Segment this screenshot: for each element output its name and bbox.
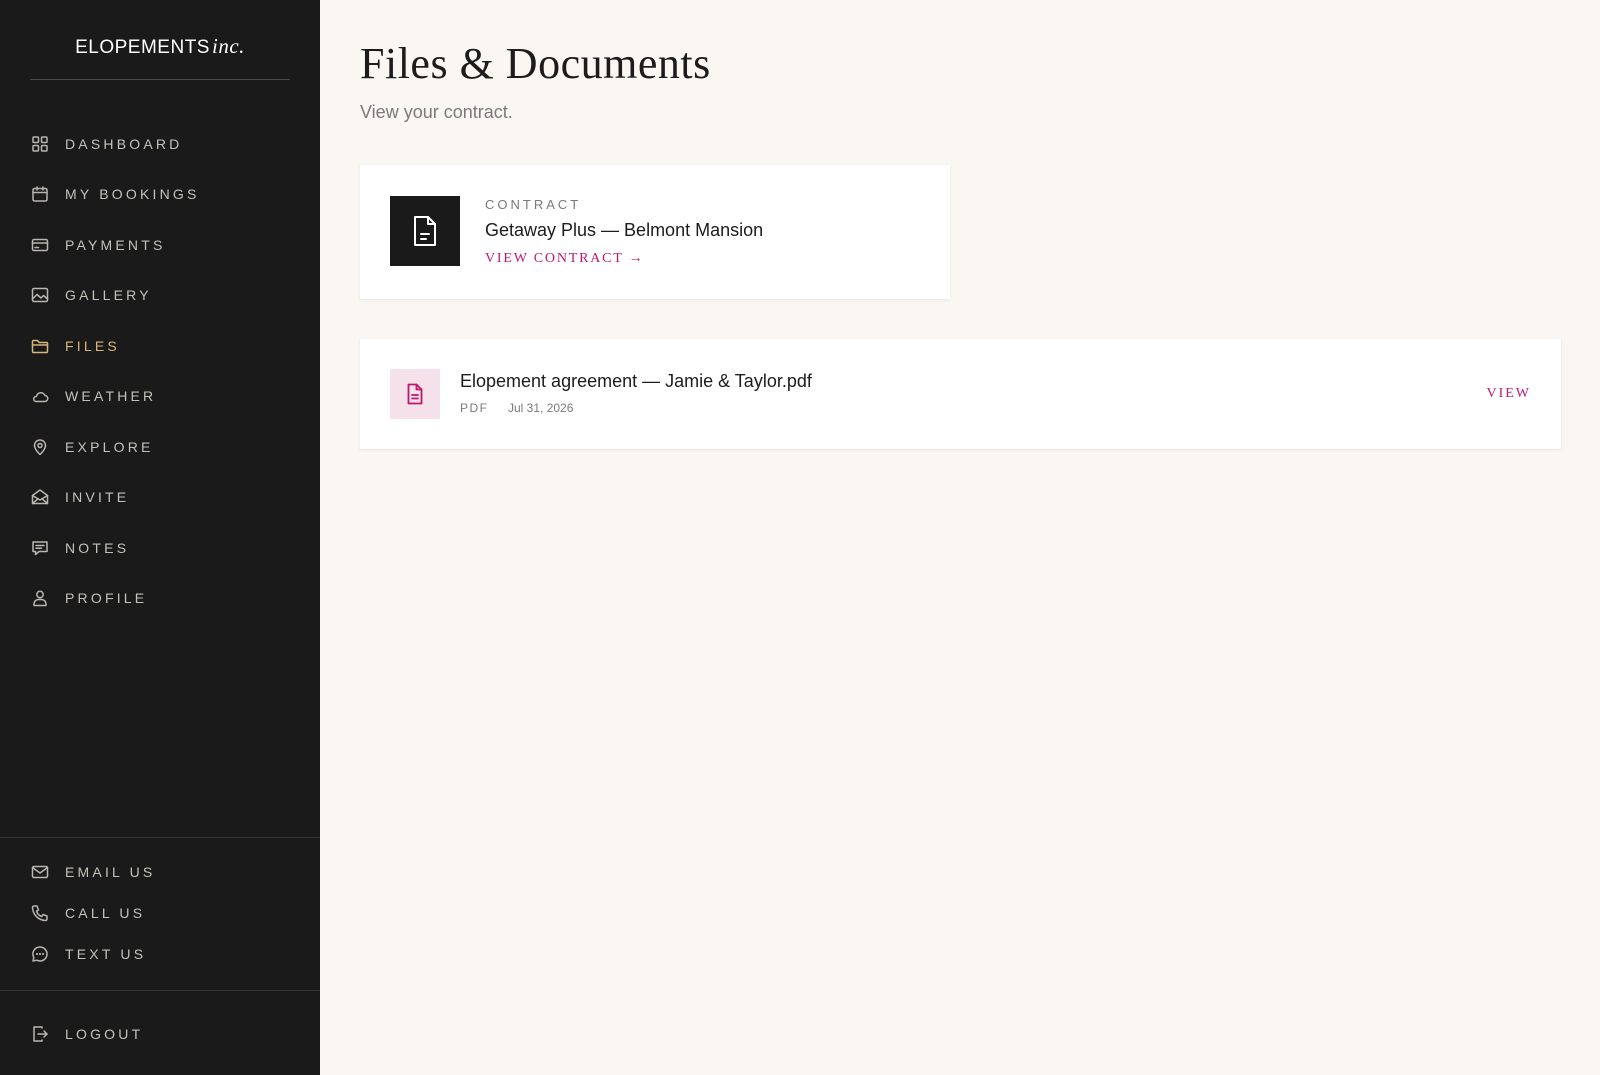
mail-icon [30,862,50,882]
cloud-icon [30,386,50,406]
sidebar-item-label: WEATHER [65,388,157,404]
sidebar-item-label: MY BOOKINGS [65,186,200,202]
sidebar-item-label: DASHBOARD [65,136,183,152]
brand-suffix: inc. [211,34,245,58]
sidebar-item-label: FILES [65,338,120,354]
file-list-item: Elopement agreement — Jamie & Taylor.pdf… [360,339,1561,449]
file-name: Elopement agreement — Jamie & Taylor.pdf [460,371,812,391]
sidebar-item-label: LOGOUT [65,1026,144,1042]
page-title: Files & Documents [360,39,711,88]
sidebar-divider [0,837,320,838]
sidebar-item-invite[interactable]: INVITE [30,483,129,511]
credit-card-icon [30,235,50,255]
contract-card: CONTRACT Getaway Plus — Belmont Mansion … [360,165,950,299]
phone-icon [30,903,50,923]
logout-button[interactable]: LOGOUT [30,1020,143,1048]
view-contract-link[interactable]: VIEW CONTRACT → [485,251,644,267]
sidebar-item-label: TEXT US [65,946,147,962]
grid-icon [30,134,50,154]
calendar-icon [30,184,50,204]
sidebar-item-dashboard[interactable]: DASHBOARD [30,130,182,158]
page-subtitle: View your contract. [360,102,513,122]
image-icon [30,285,50,305]
file-type: PDF [460,401,489,415]
sidebar-item-label: NOTES [65,540,130,556]
logout-icon [30,1024,50,1044]
sidebar-item-label: EXPLORE [65,439,154,455]
sidebar-item-label: INVITE [65,489,130,505]
contract-kicker: CONTRACT [485,197,582,212]
brand-logo[interactable]: ELOPEMENTSinc. [30,34,290,80]
map-pin-icon [30,437,50,457]
sidebar-item-payments[interactable]: PAYMENTS [30,231,166,259]
sidebar-item-my-bookings[interactable]: MY BOOKINGS [30,180,200,208]
sidebar-item-explore[interactable]: EXPLORE [30,433,154,461]
sidebar-item-label: PROFILE [65,590,148,606]
sidebar-item-gallery[interactable]: GALLERY [30,281,152,309]
sidebar-item-files[interactable]: FILES [30,332,120,360]
sidebar-item-label: PAYMENTS [65,237,166,253]
document-icon [390,196,460,266]
file-date: Jul 31, 2026 [508,401,574,415]
sidebar-item-text-us[interactable]: TEXT US [30,940,146,968]
contract-title: Getaway Plus — Belmont Mansion [485,220,764,240]
sidebar-item-call-us[interactable]: CALL US [30,899,145,927]
sidebar-item-weather[interactable]: WEATHER [30,382,156,410]
brand-name: ELOPEMENTS [75,37,210,58]
user-icon [30,588,50,608]
sidebar-item-email-us[interactable]: EMAIL US [30,858,155,886]
sidebar-item-profile[interactable]: PROFILE [30,584,147,612]
message-square-icon [30,538,50,558]
sidebar-item-notes[interactable]: NOTES [30,534,129,562]
sidebar: ELOPEMENTSinc. DASHBOARD MY BOOKINGS PAY… [0,0,320,1075]
sidebar-item-label: GALLERY [65,287,152,303]
folder-icon [30,336,50,356]
envelope-open-icon [30,487,50,507]
sidebar-item-label: CALL US [65,905,146,921]
chat-bubble-icon [30,944,50,964]
sidebar-item-label: EMAIL US [65,864,156,880]
view-file-button[interactable]: VIEW [1486,386,1531,402]
sidebar-divider [0,990,320,991]
document-icon [390,369,440,419]
